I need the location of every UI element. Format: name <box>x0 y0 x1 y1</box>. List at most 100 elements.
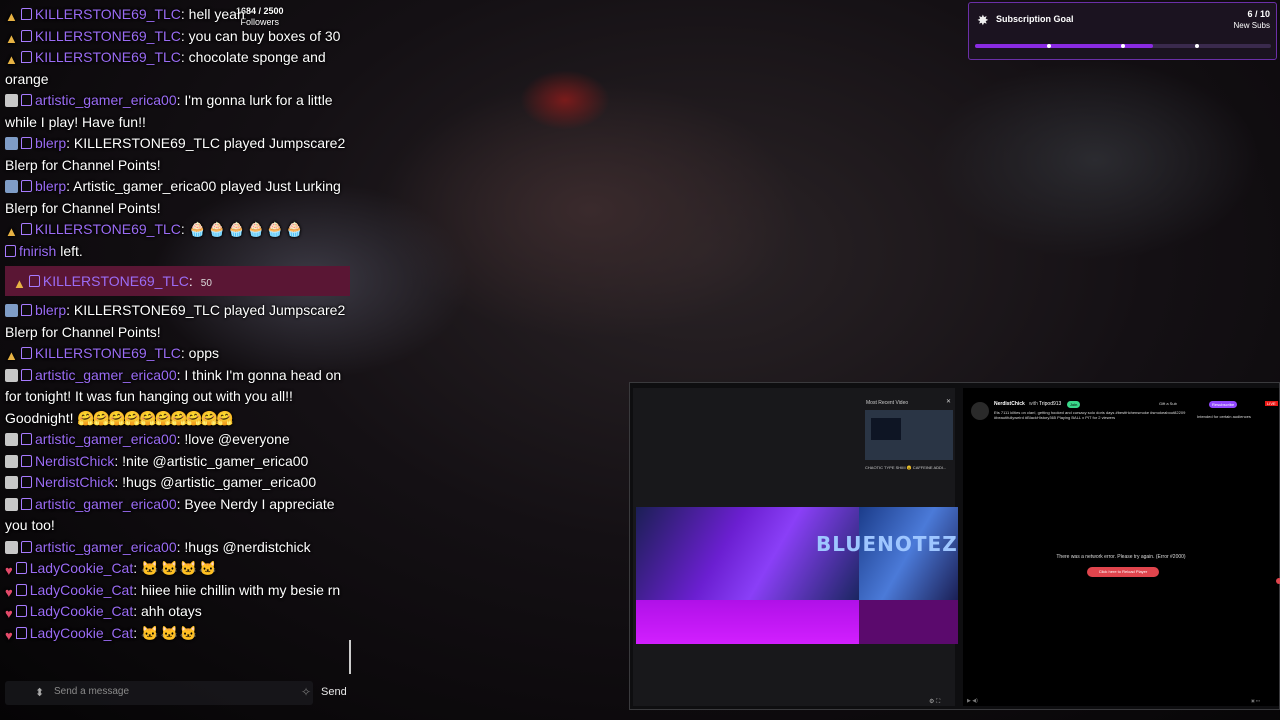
chat-text: : <box>133 624 138 641</box>
chat-emotes: 🤗🤗🤗🤗🤗🤗🤗🤗🤗🤗 <box>77 409 233 426</box>
chat-text: : !love @everyone <box>176 431 290 447</box>
chat-username[interactable]: blerp <box>35 178 66 194</box>
chat-username[interactable]: LadyCookie_Cat <box>30 560 134 576</box>
embedded-browser-window: Most Recent Video ✕ CHAOTIC TYPE SHIIII … <box>629 382 1280 710</box>
chat-message: blerp: KILLERSTONE69_TLC played Jumpscar… <box>0 133 355 176</box>
chat-text: : <box>188 273 193 289</box>
recent-video-label: Most Recent Video <box>866 400 909 406</box>
chat-username[interactable]: KILLERSTONE69_TLC <box>43 273 189 289</box>
chat-username[interactable]: blerp <box>35 302 66 318</box>
subscription-goal-widget: ✸ Subscription Goal 6 / 10 New Subs <box>968 2 1277 60</box>
chat-username[interactable]: artistic_gamer_erica00 <box>35 539 177 555</box>
bits-amount: 50 <box>200 278 212 289</box>
close-icon[interactable]: ✕ <box>946 398 951 405</box>
twitch-icon <box>21 180 32 192</box>
twitch-icon <box>15 626 27 639</box>
avatar[interactable] <box>971 402 989 420</box>
chat-username[interactable]: LadyCookie_Cat <box>30 603 134 619</box>
join-button[interactable]: Join <box>1067 401 1081 408</box>
player-controls-icon[interactable]: ▶ ◀) <box>967 698 978 704</box>
send-button[interactable]: Send <box>321 686 347 698</box>
chat-username[interactable]: artistic_gamer_erica00 <box>35 496 177 512</box>
chat-text: : !hugs @artistic_gamer_erica00 <box>114 474 317 490</box>
twitch-icon <box>15 605 27 617</box>
goal-label: New Subs <box>1233 21 1270 30</box>
chat-username[interactable]: artistic_gamer_erica00 <box>35 367 177 383</box>
twitch-icon <box>21 454 32 467</box>
heart-badge-icon: ♥ <box>5 563 13 578</box>
chat-message: blerp: Artistic_gamer_erica00 played Jus… <box>0 176 355 219</box>
channel-banner: BLUENOTEZ <box>636 507 958 644</box>
with-label: with <box>1029 401 1038 407</box>
banner-strip <box>636 600 859 644</box>
twitch-icon <box>21 497 32 510</box>
stream-description: Ets 7111 kilties on clan!, getting hooke… <box>994 410 1186 420</box>
chat-text: : ahh otays <box>133 603 202 619</box>
chat-input[interactable]: ⬍ Send a message ✧ <box>5 681 313 705</box>
chat-username[interactable]: NerdistChick <box>35 453 114 469</box>
chat-username[interactable]: artistic_gamer_erica00 <box>35 92 177 108</box>
twitch-icon <box>21 368 32 381</box>
chat-username[interactable]: KILLERSTONE69_TLC <box>35 49 181 65</box>
twitch-icon <box>20 223 32 235</box>
heart-badge-icon: ♥ <box>5 584 13 600</box>
chat-emotes: 🐱🐱🐱 <box>141 624 200 641</box>
chat-username[interactable]: KILLERSTONE69_TLC <box>35 6 181 22</box>
twitch-icon <box>21 540 32 553</box>
chat-message: blerp: KILLERSTONE69_TLC played Jumpscar… <box>0 300 355 343</box>
chat-emotes: 🧁🧁🧁🧁🧁🧁 <box>188 221 306 237</box>
chat-message: ♥ LadyCookie_Cat: hiiee hiie chillin with… <box>0 580 355 602</box>
twitch-icon <box>20 8 32 20</box>
emote-picker-icon[interactable]: ✧ <box>301 685 311 699</box>
chat-text: : opps <box>180 345 220 361</box>
chat-message: ▲ KILLERSTONE69_TLC: chocolate sponge and… <box>0 47 355 90</box>
partner-name[interactable]: Tripod913 <box>1039 401 1061 407</box>
goal-marker <box>1047 44 1051 48</box>
stepper-icon[interactable]: ⬍ <box>35 686 44 699</box>
record-indicator-icon <box>1276 578 1280 584</box>
twitch-icon <box>15 562 27 574</box>
user-badge-icon <box>5 476 18 489</box>
goal-progress-track <box>975 44 1271 48</box>
twitch-icon <box>5 244 16 257</box>
chat-username[interactable]: fnirish <box>19 243 56 259</box>
chat-message: ▲ KILLERSTONE69_TLC: hell yeah <box>0 4 355 26</box>
user-badge-icon <box>5 94 18 107</box>
twitch-icon <box>15 583 27 596</box>
bot-badge-icon <box>5 304 18 317</box>
gift-sub-button[interactable]: Gift a Sub <box>1159 401 1177 406</box>
chat-username[interactable]: blerp <box>35 135 66 151</box>
bits-badge-icon: ▲ <box>5 9 18 24</box>
player-controls-icon[interactable]: ⚙ ⛶ <box>929 698 940 706</box>
chat-username[interactable]: LadyCookie_Cat <box>30 582 134 598</box>
chat-text: left. <box>56 242 83 259</box>
twitch-logo-icon: ▣ ▪▪▪ <box>1251 698 1261 703</box>
chat-text: : hiiee hiie chillin with my besie rn <box>133 581 341 598</box>
twitch-icon <box>20 347 32 359</box>
chat-message: ♥ LadyCookie_Cat: 🐱🐱🐱🐱 <box>0 558 355 580</box>
channel-name[interactable]: NerdistChick <box>994 401 1025 407</box>
chat-message: artistic_gamer_erica00: !hugs @nerdistch… <box>0 537 355 559</box>
recent-video-thumbnail[interactable] <box>865 410 953 460</box>
chat-username[interactable]: KILLERSTONE69_TLC <box>35 28 181 44</box>
chat-username[interactable]: LadyCookie_Cat <box>30 625 134 641</box>
chat-overlay: ▲ KILLERSTONE69_TLC: hell yeah ▲ KILLERSTO… <box>0 4 355 680</box>
recent-video-caption[interactable]: CHAOTIC TYPE SHIIII 😵 CAFFEINE ADDI... <box>865 465 953 470</box>
chat-message: artistic_gamer_erica00: I think I'm gonn… <box>0 365 355 430</box>
chat-username[interactable]: KILLERSTONE69_TLC <box>35 221 181 237</box>
chat-scrollbar[interactable] <box>349 640 351 674</box>
chat-username[interactable]: artistic_gamer_erica00 <box>35 431 177 447</box>
chat-emotes: 🐱🐱🐱🐱 <box>141 560 219 576</box>
reload-player-button[interactable]: Click here to Reload Player <box>1087 567 1159 577</box>
goal-marker <box>1121 44 1125 48</box>
live-badge: LIVE <box>1265 401 1278 406</box>
user-badge-icon <box>5 497 18 511</box>
user-badge-icon <box>5 433 18 446</box>
chat-username[interactable]: NerdistChick <box>35 474 114 490</box>
twitch-icon <box>20 29 32 42</box>
chat-username[interactable]: KILLERSTONE69_TLC <box>35 345 181 361</box>
chat-message: ▲ KILLERSTONE69_TLC: opps <box>0 343 355 365</box>
webcam-background <box>520 70 610 130</box>
twitch-icon <box>20 51 32 63</box>
resubscribe-button[interactable]: Resubscribe <box>1209 401 1238 408</box>
